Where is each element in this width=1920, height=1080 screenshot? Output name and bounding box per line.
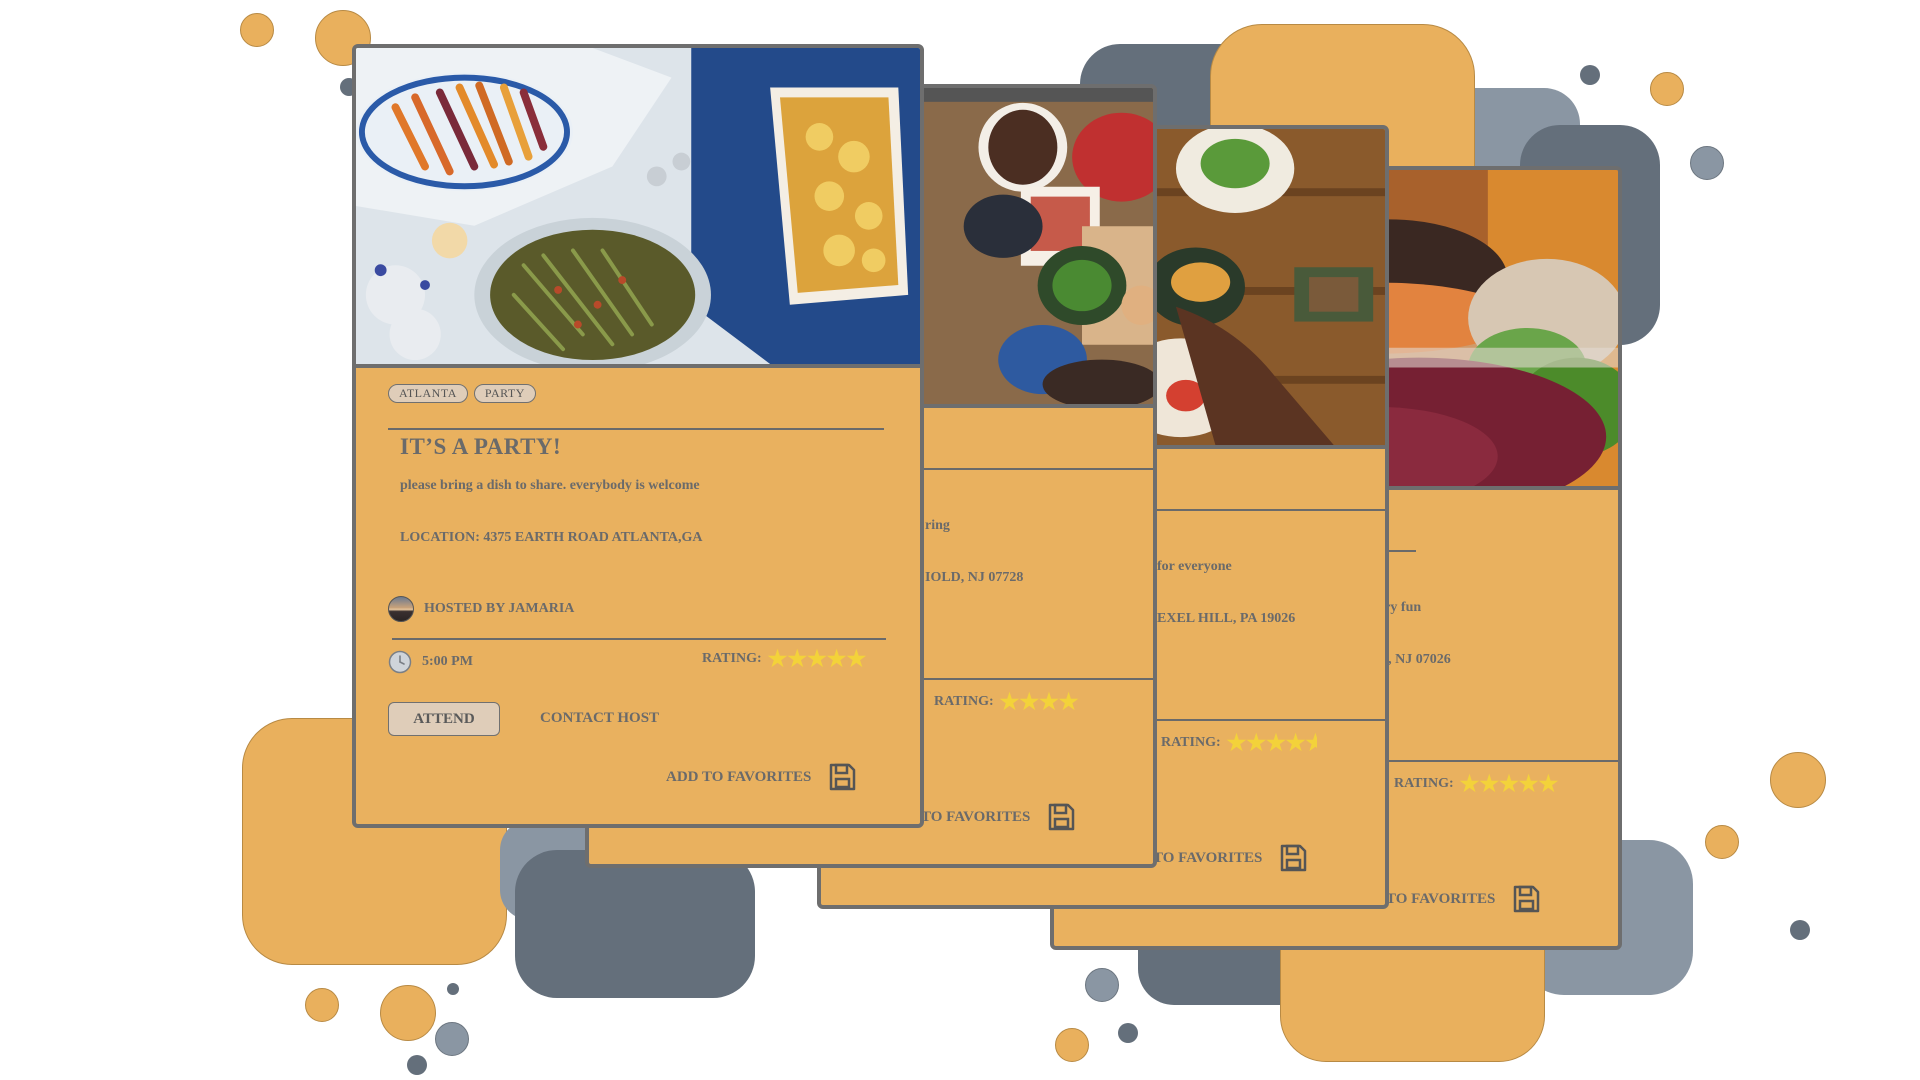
event-title: IT’S A PARTY! [400,434,562,459]
time-label: 5:00 PM [422,654,473,669]
add-to-favorites[interactable]: TO FAVORITES [921,802,1076,832]
event-location: LOCATION: 4375 EARTH ROAD ATLANTA,GA [400,530,703,545]
bg-dot [380,985,436,1041]
rating: RATING: ★★★★★ [1394,773,1558,795]
bg-dot [1705,825,1739,859]
event-description: for everyone [1157,559,1232,574]
bg-dot [1580,65,1600,85]
add-to-favorites[interactable]: ADD TO FAVORITES [666,762,857,792]
bg-dot [435,1022,469,1056]
rating-stars: ★★★★★ [1226,730,1317,755]
favorites-label: TO FAVORITES [1153,849,1263,866]
event-card[interactable]: ATLANTA PARTY IT’S A PARTY! please bring… [352,44,924,828]
bg-dot [240,13,274,47]
rating-stars: ★★★★★ [1459,771,1559,796]
add-to-favorites[interactable]: TO FAVORITES [1153,843,1308,873]
host-label: HOSTED BY JAMARIA [424,601,575,616]
bg-dot [407,1055,427,1075]
bg-dot [1085,968,1119,1002]
event-location: IOLD, NJ 07728 [925,570,1024,585]
save-icon[interactable] [1278,843,1308,873]
rating-stars: ★★★★★ [767,646,867,671]
rating: RATING: ★★★★★ [1161,732,1317,754]
favorites-label: TO FAVORITES [1386,890,1496,907]
save-icon[interactable] [1511,884,1541,914]
bg-shape-slate [515,850,755,998]
rating-label: RATING: [1394,776,1454,791]
favorites-label: TO FAVORITES [921,808,1031,825]
rating-label: RATING: [934,694,994,709]
bg-dot [305,988,339,1022]
attend-button[interactable]: ATTEND [388,702,500,736]
divider [392,638,886,640]
tag[interactable]: PARTY [473,384,536,403]
rating-stars: ★★★★ [999,689,1079,714]
tag-list: ATLANTA PARTY [388,384,536,403]
bg-dot [1118,1023,1138,1043]
favorites-label: ADD TO FAVORITES [666,768,812,785]
clock-icon [388,650,412,674]
save-icon[interactable] [827,762,857,792]
tag[interactable]: ATLANTA [388,384,468,403]
divider [388,428,884,430]
rating: RATING: ★★★★ [934,691,1079,713]
save-icon[interactable] [1046,802,1076,832]
event-time: 5:00 PM [388,650,473,674]
rating: RATING: ★★★★★ [702,648,866,670]
host-info: HOSTED BY JAMARIA [388,596,574,622]
event-photo [356,48,920,368]
rating-label: RATING: [702,651,762,666]
event-description: ring [925,518,950,533]
bg-dot [1770,752,1826,808]
event-description: please bring a dish to share. everybody … [400,478,700,493]
avatar [388,596,414,622]
event-location: EXEL HILL, PA 19026 [1157,611,1296,626]
bg-dot [1650,72,1684,106]
bg-dot [1790,920,1810,940]
contact-host-link[interactable]: CONTACT HOST [540,710,659,727]
bg-dot [1055,1028,1089,1062]
bg-dot [1690,146,1724,180]
rating-label: RATING: [1161,735,1221,750]
bg-dot [447,983,459,995]
add-to-favorites[interactable]: TO FAVORITES [1386,884,1541,914]
